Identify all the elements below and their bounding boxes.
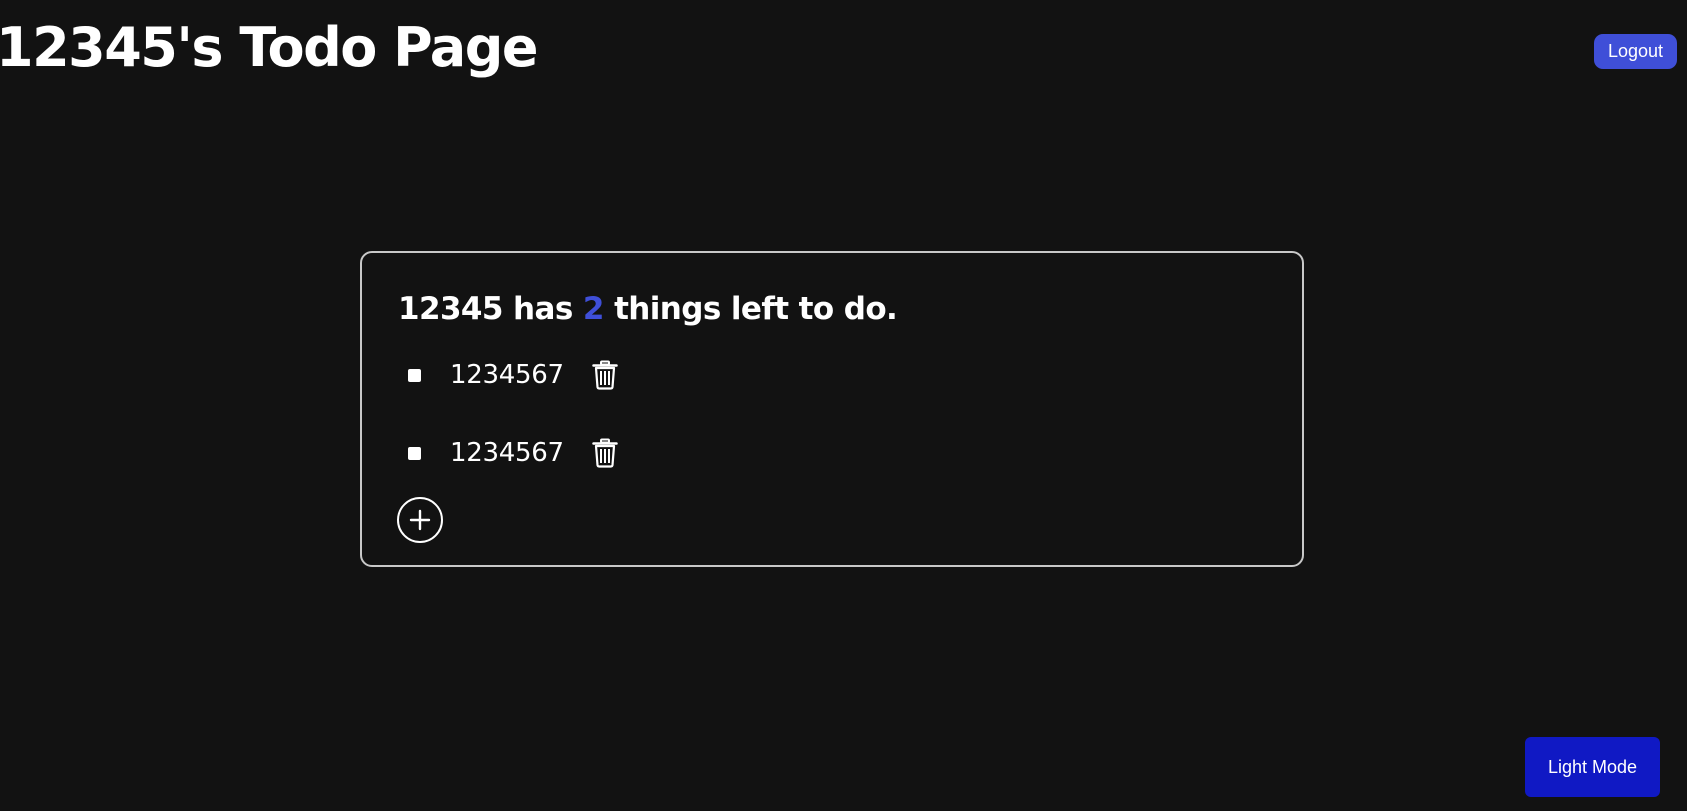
trash-icon bbox=[591, 360, 618, 390]
todo-item: 1234567 bbox=[408, 433, 620, 473]
todo-checkbox[interactable] bbox=[408, 446, 421, 460]
summary-prefix: 12345 has bbox=[398, 291, 573, 327]
todo-card: 12345 has 2 things left to do. 1234567 1… bbox=[360, 251, 1304, 567]
summary-suffix: things left to do. bbox=[614, 291, 898, 327]
todo-item: 1234567 bbox=[408, 355, 620, 395]
todo-text: 1234567 bbox=[450, 438, 564, 468]
delete-todo-button[interactable] bbox=[590, 358, 620, 392]
todo-text: 1234567 bbox=[450, 360, 564, 390]
remaining-count: 2 bbox=[582, 291, 605, 327]
logout-button[interactable]: Logout bbox=[1594, 34, 1677, 69]
add-todo-button[interactable] bbox=[397, 497, 443, 543]
trash-icon bbox=[591, 438, 618, 468]
plus-icon bbox=[409, 509, 431, 531]
page-title: 12345's Todo Page bbox=[0, 16, 539, 79]
delete-todo-button[interactable] bbox=[590, 436, 620, 470]
light-mode-toggle-button[interactable]: Light Mode bbox=[1525, 737, 1660, 797]
todo-summary: 12345 has 2 things left to do. bbox=[398, 291, 898, 328]
todo-checkbox[interactable] bbox=[408, 368, 421, 382]
